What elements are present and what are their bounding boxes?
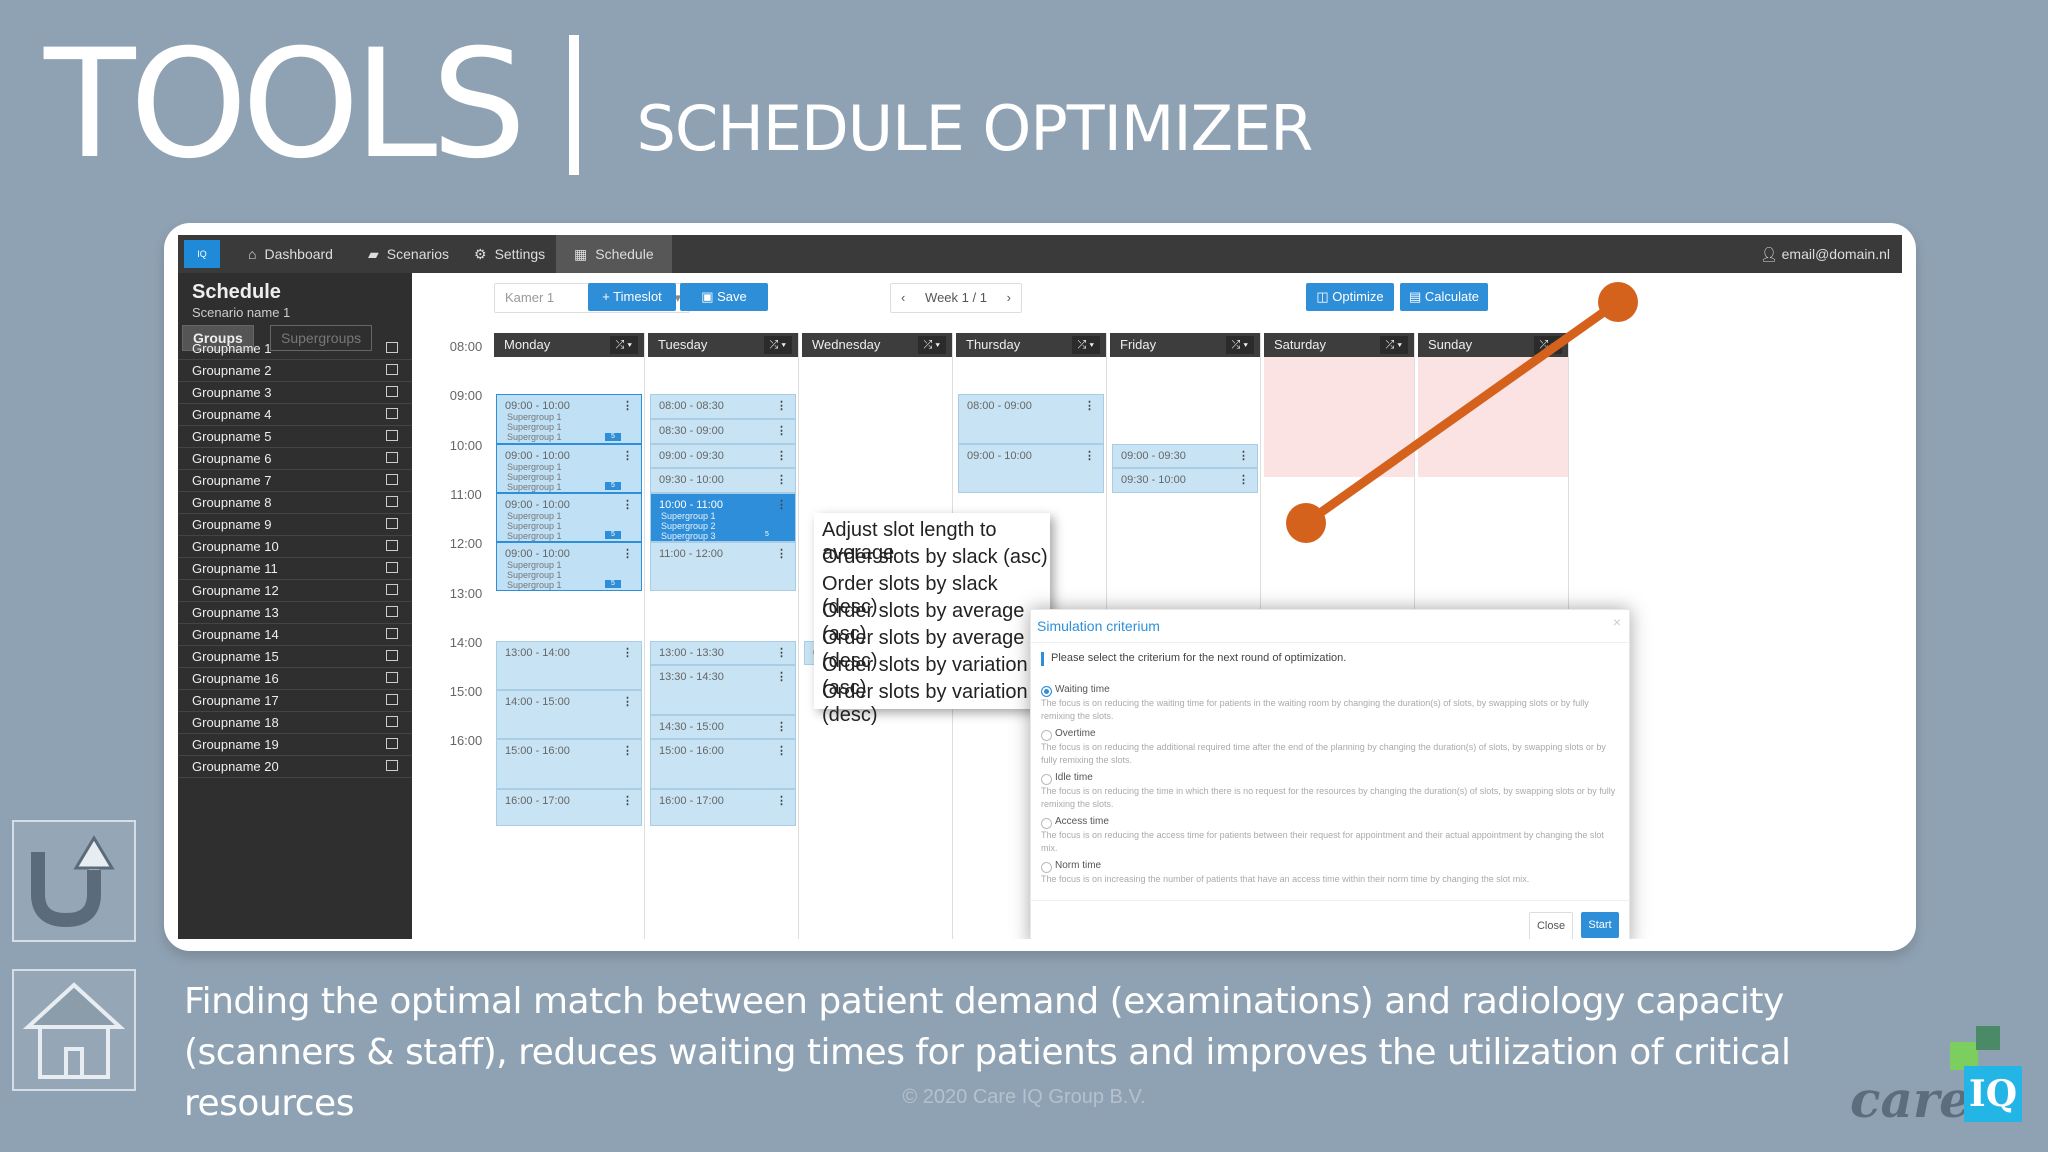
logo-care-text: care <box>1850 1070 1971 1129</box>
leader-line <box>1301 297 1623 528</box>
return-arrow-icon <box>31 835 115 928</box>
careiq-logo: care IQ <box>1846 1026 2046 1129</box>
back-button[interactable] <box>12 820 136 942</box>
home-button[interactable] <box>12 969 136 1091</box>
logo-square-dark <box>1976 1026 2000 1050</box>
copyright: © 2020 Care IQ Group B.V. <box>902 1086 1146 1108</box>
leader-start-dot <box>1286 503 1326 543</box>
house-icon <box>22 982 126 1079</box>
leader-end-dot <box>1598 282 1638 322</box>
logo-iq-badge: IQ <box>1964 1066 2022 1122</box>
